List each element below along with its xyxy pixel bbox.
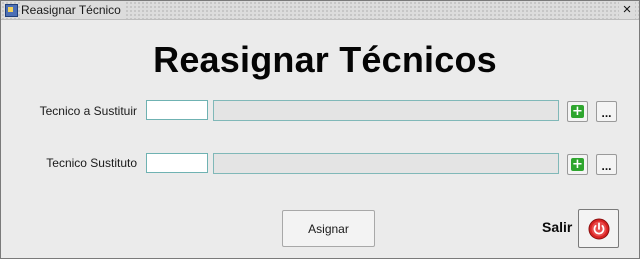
tecnico-sustituto-add-button[interactable]: + <box>567 154 588 175</box>
tecnico-sustituto-label: Tecnico Sustituto <box>46 156 137 170</box>
window-title: Reasignar Técnico <box>21 1 125 19</box>
close-icon[interactable]: × <box>619 1 635 19</box>
form-window-icon <box>5 4 18 17</box>
tecnico-sustituto-code-input[interactable] <box>146 153 208 173</box>
tecnico-a-sustituir-lov-button[interactable]: ... <box>596 101 617 122</box>
salir-label: Salir <box>542 219 573 235</box>
ellipsis-icon: ... <box>601 105 612 120</box>
power-icon <box>588 218 609 239</box>
reasignar-tecnico-window: Reasignar Técnico × Reasignar Técnicos T… <box>0 0 640 259</box>
asignar-button[interactable]: Asignar <box>282 210 375 247</box>
tecnico-a-sustituir-code-input[interactable] <box>146 100 208 120</box>
tecnico-a-sustituir-name-field[interactable] <box>213 100 559 121</box>
page-title: Reasignar Técnicos <box>153 39 497 80</box>
tecnico-a-sustituir-add-button[interactable]: + <box>567 101 588 122</box>
tecnico-sustituto-lov-button[interactable]: ... <box>596 154 617 175</box>
tecnico-a-sustituir-label: Tecnico a Sustituir <box>39 104 137 118</box>
green-plus-icon: + <box>571 104 584 119</box>
green-plus-icon: + <box>571 157 584 172</box>
ellipsis-icon: ... <box>601 158 612 173</box>
salir-button[interactable] <box>578 209 619 248</box>
title-bar[interactable]: Reasignar Técnico × <box>1 1 639 20</box>
tecnico-sustituto-name-field[interactable] <box>213 153 559 174</box>
